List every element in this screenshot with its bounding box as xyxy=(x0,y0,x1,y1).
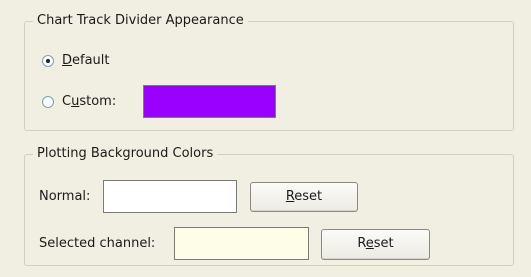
default-radio-label: Default xyxy=(62,53,110,68)
default-radio-icon[interactable] xyxy=(42,54,54,67)
default-radio-option[interactable]: Default xyxy=(42,53,110,68)
custom-radio-icon[interactable] xyxy=(42,95,54,108)
plotting-background-title: Plotting Background Colors xyxy=(33,146,218,162)
custom-radio-label: Custom: xyxy=(62,94,117,109)
selected-channel-label: Selected channel: xyxy=(39,236,156,251)
normal-color-box[interactable] xyxy=(103,180,237,213)
dialog-panel: Chart Track Divider Appearance Default C… xyxy=(0,0,531,277)
reset-normal-button[interactable]: Reset xyxy=(250,182,358,212)
normal-label: Normal: xyxy=(39,189,91,204)
track-divider-title: Chart Track Divider Appearance xyxy=(33,13,248,29)
custom-color-swatch[interactable] xyxy=(143,85,276,118)
reset-selected-button[interactable]: Reset xyxy=(321,229,430,260)
custom-radio-option[interactable]: Custom: xyxy=(42,94,116,109)
selected-channel-color-box[interactable] xyxy=(174,227,309,260)
